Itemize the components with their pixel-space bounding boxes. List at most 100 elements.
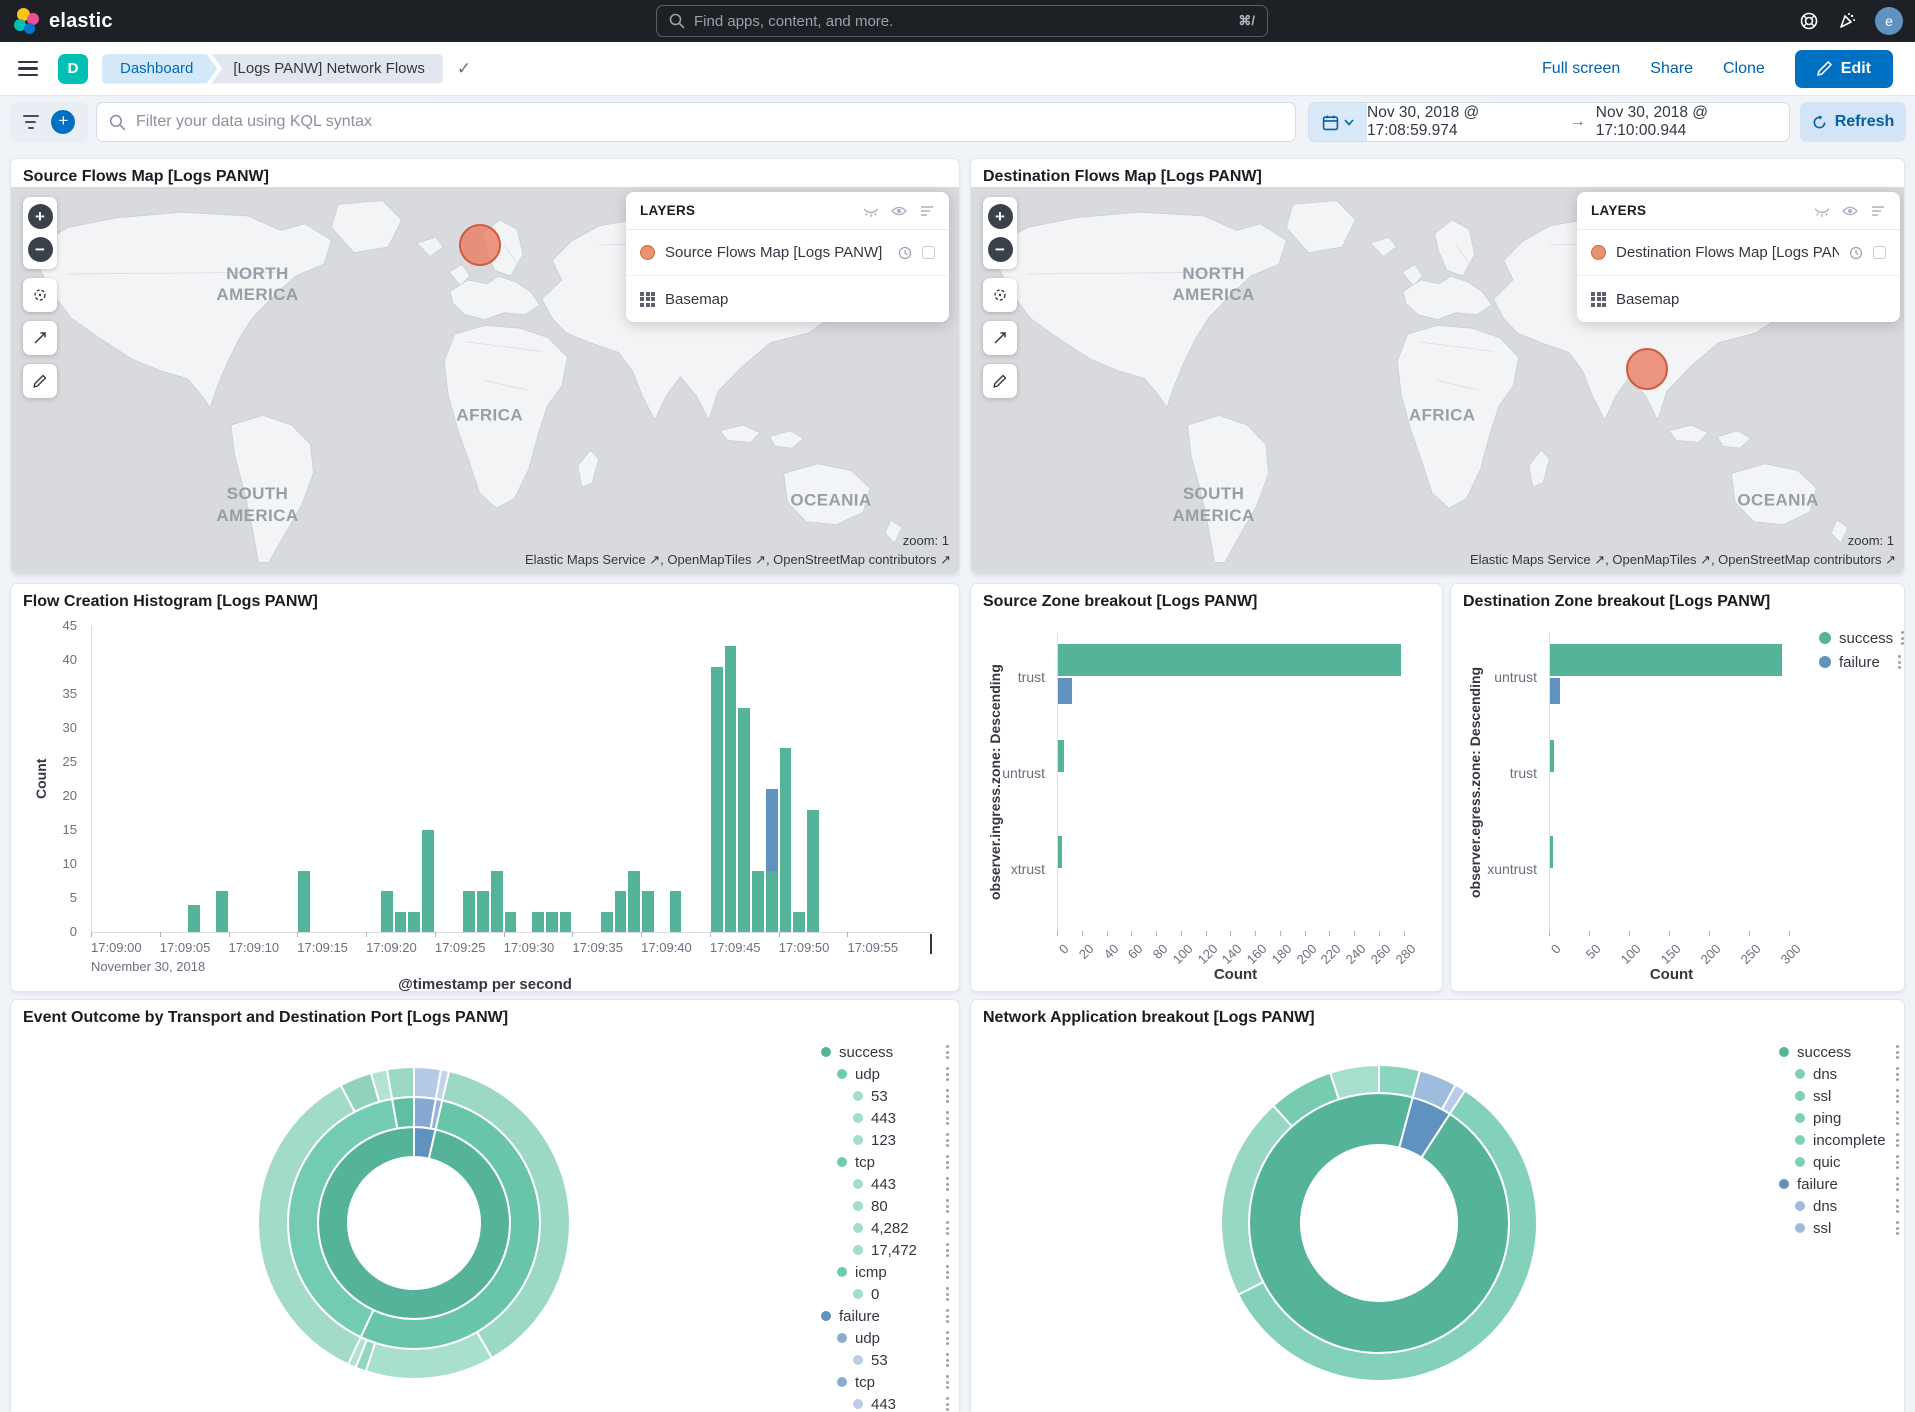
- legend-options-icon[interactable]: [1896, 1133, 1899, 1147]
- map-attribution[interactable]: Elastic Maps Service ↗, OpenMapTiles ↗, …: [1470, 552, 1896, 568]
- legend-options-icon[interactable]: [946, 1111, 949, 1125]
- zone-bar-success[interactable]: [1058, 644, 1401, 676]
- filter-icon[interactable]: [23, 115, 39, 130]
- sunburst-segment-0[interactable]: [387, 1067, 414, 1099]
- legend-options-icon[interactable]: [946, 1177, 949, 1191]
- legend-options-icon[interactable]: [946, 1243, 949, 1257]
- legend-options-icon[interactable]: [1896, 1177, 1899, 1191]
- draw-tools-button[interactable]: [983, 364, 1017, 398]
- menu-icon[interactable]: [18, 61, 38, 77]
- legend-row[interactable]: icmp: [821, 1261, 949, 1283]
- legend-options-icon[interactable]: [946, 1309, 949, 1323]
- legend-row[interactable]: success: [1819, 626, 1901, 650]
- legend-options-icon[interactable]: [1896, 1221, 1899, 1235]
- edit-button[interactable]: Edit: [1795, 50, 1893, 88]
- legend-row[interactable]: udp: [821, 1063, 949, 1085]
- legend-row[interactable]: 17,472: [821, 1239, 949, 1261]
- layer-row-flows[interactable]: Source Flows Map [Logs PANW]: [626, 230, 949, 276]
- histogram-bar-success[interactable]: [670, 891, 682, 932]
- legend-row[interactable]: 123: [821, 1129, 949, 1151]
- draw-tools-button[interactable]: [23, 364, 57, 398]
- eye-closed-icon[interactable]: [863, 204, 879, 218]
- histogram-bar-success[interactable]: [532, 912, 544, 932]
- newsfeed-icon[interactable]: [1837, 11, 1857, 31]
- histogram-bar-success[interactable]: [807, 810, 819, 932]
- histogram-bar-success[interactable]: [780, 748, 792, 932]
- legend-row[interactable]: ssl: [1779, 1085, 1899, 1107]
- histogram-bar-success[interactable]: [793, 912, 805, 932]
- legend-row[interactable]: 443: [821, 1107, 949, 1129]
- legend-options-icon[interactable]: [946, 1221, 949, 1235]
- kql-query-input[interactable]: Filter your data using KQL syntax: [96, 102, 1296, 142]
- layer-checkbox[interactable]: [922, 246, 935, 259]
- layer-row-flows[interactable]: Destination Flows Map [Logs PANW]: [1577, 230, 1900, 276]
- global-search-input[interactable]: Find apps, content, and more. ⌘/: [656, 5, 1268, 37]
- histogram-bar-success[interactable]: [188, 905, 200, 932]
- legend-row[interactable]: quic: [1779, 1151, 1899, 1173]
- date-range-start[interactable]: Nov 30, 2018 @ 17:08:59.974: [1367, 104, 1560, 140]
- fit-to-data-button[interactable]: [983, 321, 1017, 355]
- histogram-bar-success[interactable]: [642, 891, 654, 932]
- zone-bar-failure[interactable]: [1550, 678, 1560, 704]
- world-map[interactable]: NORTH AMERICA SOUTH AMERICA AFRICA OCEAN…: [11, 187, 959, 574]
- histogram-bar-success[interactable]: [216, 891, 228, 932]
- destination-flow-marker[interactable]: [1626, 348, 1668, 390]
- legend-options-icon[interactable]: [1898, 655, 1901, 669]
- legend-row[interactable]: dns: [1779, 1063, 1899, 1085]
- histogram-bar-success[interactable]: [601, 912, 613, 932]
- histogram-bar-success[interactable]: [752, 871, 764, 932]
- source-flow-marker[interactable]: [459, 224, 501, 266]
- histogram-bar-success[interactable]: [422, 830, 434, 932]
- eye-closed-icon[interactable]: [1814, 204, 1830, 218]
- layer-row-basemap[interactable]: Basemap: [626, 276, 949, 322]
- layer-checkbox[interactable]: [1873, 246, 1886, 259]
- legend-row[interactable]: failure: [821, 1305, 949, 1327]
- user-avatar[interactable]: e: [1875, 7, 1903, 35]
- refresh-button[interactable]: Refresh: [1800, 102, 1906, 142]
- histogram-bar-success[interactable]: [298, 871, 310, 932]
- histogram-bar-success[interactable]: [546, 912, 558, 932]
- zone-bar-failure[interactable]: [1058, 678, 1072, 704]
- legend-options-icon[interactable]: [946, 1067, 949, 1081]
- layer-row-basemap[interactable]: Basemap: [1577, 276, 1900, 322]
- legend-options-icon[interactable]: [946, 1133, 949, 1147]
- fit-to-data-button[interactable]: [23, 321, 57, 355]
- legend-options-icon[interactable]: [946, 1155, 949, 1169]
- set-view-button[interactable]: [983, 278, 1017, 312]
- legend-row[interactable]: 53: [821, 1085, 949, 1107]
- zoom-out-button[interactable]: −: [28, 237, 53, 262]
- histogram-bar-success[interactable]: [395, 912, 407, 932]
- eye-open-icon[interactable]: [891, 204, 907, 218]
- world-map[interactable]: NORTH AMERICA SOUTH AMERICA AFRICA OCEAN…: [971, 187, 1904, 574]
- histogram-bar-success[interactable]: [408, 912, 420, 932]
- legend-row[interactable]: udp: [821, 1327, 949, 1349]
- calendar-button[interactable]: [1309, 103, 1367, 141]
- zone-bar-success[interactable]: [1058, 836, 1062, 868]
- legend-row[interactable]: failure: [1779, 1173, 1899, 1195]
- legend-row[interactable]: ping: [1779, 1107, 1899, 1129]
- legend-options-icon[interactable]: [946, 1397, 949, 1411]
- share-link[interactable]: Share: [1650, 60, 1693, 78]
- legend-row[interactable]: success: [821, 1041, 949, 1063]
- zone-bar-success[interactable]: [1550, 836, 1553, 868]
- date-range-end[interactable]: Nov 30, 2018 @ 17:10:00.944: [1596, 104, 1789, 140]
- legend-options-icon[interactable]: [1896, 1089, 1899, 1103]
- legend-options-icon[interactable]: [946, 1199, 949, 1213]
- legend-options-icon[interactable]: [946, 1089, 949, 1103]
- legend-options-icon[interactable]: [1901, 631, 1904, 645]
- legend-row[interactable]: incomplete: [1779, 1129, 1899, 1151]
- histogram-bar-success[interactable]: [560, 912, 572, 932]
- histogram-bar-success[interactable]: [725, 646, 737, 932]
- histogram-bar-success[interactable]: [477, 891, 489, 932]
- histogram-bar-success[interactable]: [628, 871, 640, 932]
- sunburst-segment-quic[interactable]: [1379, 1065, 1420, 1097]
- histogram-bar-success[interactable]: [615, 891, 627, 932]
- reorder-layers-icon[interactable]: [1870, 204, 1886, 218]
- legend-row[interactable]: 53: [821, 1349, 949, 1371]
- legend-row[interactable]: tcp: [821, 1371, 949, 1393]
- legend-options-icon[interactable]: [946, 1265, 949, 1279]
- zoom-out-button[interactable]: −: [988, 237, 1013, 262]
- legend-options-icon[interactable]: [1896, 1199, 1899, 1213]
- legend-options-icon[interactable]: [1896, 1155, 1899, 1169]
- zone-bar-success[interactable]: [1550, 644, 1782, 676]
